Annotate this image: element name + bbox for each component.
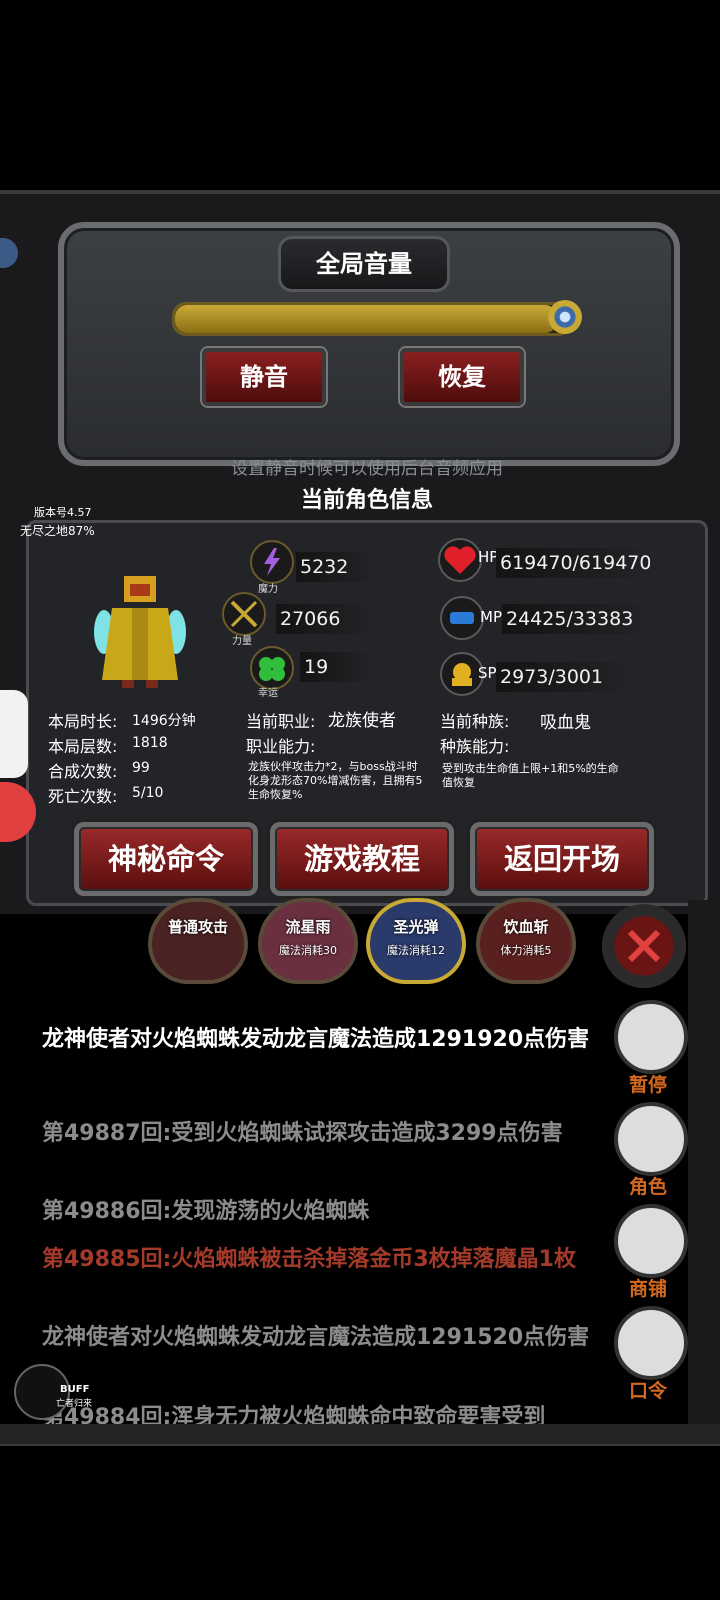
- dice-icon: [614, 1000, 688, 1074]
- right-frame: [688, 900, 720, 1440]
- luck-label: 幸运: [258, 688, 278, 699]
- sp-value: 2973/3001: [496, 662, 630, 692]
- skill-blood-slash[interactable]: 饮血斩 体力消耗5: [476, 898, 576, 984]
- log-line: 第49885回:火焰蜘蛛被击杀掉落金币3枚掉落魔晶1枚: [42, 1247, 576, 1272]
- skill-cost: 魔法消耗12: [387, 944, 445, 957]
- buff-label: BUFF: [60, 1384, 90, 1395]
- volume-slider[interactable]: [172, 302, 572, 336]
- luck-value: 19: [300, 652, 370, 682]
- stat-label-duration: 本局时长:: [48, 712, 118, 731]
- job-ability-text: 龙族伙伴攻击力*2，与boss战斗时化身龙形态70%增减伤害，且拥有5生命恢复%: [248, 760, 423, 801]
- skill-name: 圣光弹: [393, 918, 439, 936]
- role-label: 角色: [628, 1176, 667, 1198]
- mp-value: 24425/33383: [502, 604, 650, 634]
- log-line: 第49886回:发现游荡的火焰蜘蛛: [42, 1199, 370, 1224]
- skill-meteor-rain[interactable]: 流星雨 魔法消耗30: [258, 898, 358, 984]
- stat-value-deaths: 5/10: [132, 785, 164, 801]
- race-ability-text: 受到攻击生命值上限+1和5%的生命值恢复: [442, 762, 619, 789]
- skill-name: 流星雨: [285, 918, 331, 936]
- volume-slider-knob[interactable]: [548, 300, 582, 334]
- log-line: 龙神使者对火焰蜘蛛发动龙言魔法造成1291520点伤害: [42, 1325, 590, 1350]
- shop-label: 商铺: [628, 1278, 667, 1300]
- skill-cost: 体力消耗5: [500, 944, 552, 957]
- race-ability-label: 种族能力:: [440, 737, 510, 756]
- mp-label: MP: [480, 608, 502, 626]
- secret-command-button[interactable]: 神秘命令: [74, 822, 258, 896]
- job-ability-label: 职业能力:: [246, 737, 316, 756]
- pause-button[interactable]: 暂停: [612, 1000, 688, 1097]
- log-line: 龙神使者对火焰蜘蛛发动龙言魔法造成1291920点伤害: [42, 1027, 590, 1052]
- hooded-figure-icon: [614, 1102, 688, 1176]
- code-label: 口令: [628, 1380, 667, 1402]
- endless-progress: 无尽之地87%: [20, 524, 95, 538]
- strength-label: 力量: [232, 636, 252, 647]
- race-value: 吸血鬼: [540, 713, 591, 733]
- strength-value: 27066: [276, 604, 372, 634]
- heart-icon: [438, 538, 482, 582]
- shop-button[interactable]: 商铺: [612, 1204, 688, 1301]
- restore-button[interactable]: 恢复: [400, 348, 524, 406]
- scroll-icon: [614, 1306, 688, 1380]
- side-panel-tab[interactable]: [0, 690, 28, 778]
- skill-cost: 魔法消耗30: [279, 944, 337, 957]
- stat-value-duration: 1496分钟: [132, 713, 196, 729]
- stat-value-floors: 1818: [132, 735, 168, 751]
- bottom-frame: [0, 1424, 720, 1446]
- magic-icon: [250, 540, 294, 584]
- close-icon: [627, 929, 661, 963]
- magic-label: 魔力: [258, 584, 278, 595]
- shop-icon: [614, 1204, 688, 1278]
- mana-icon: [440, 596, 484, 640]
- character-sprite: [94, 576, 186, 688]
- skill-holy-bullet[interactable]: 圣光弹 魔法消耗12: [366, 898, 466, 984]
- log-line: 第49887回:受到火焰蜘蛛试探攻击造成3299点伤害: [42, 1121, 563, 1146]
- stat-label-floors: 本局层数:: [48, 737, 118, 756]
- skill-name: 饮血斩: [503, 918, 549, 936]
- volume-slider-fill: [175, 305, 558, 333]
- stat-label-deaths: 死亡次数:: [48, 787, 118, 806]
- stat-label-synthesis: 合成次数:: [48, 762, 118, 781]
- game-tutorial-button[interactable]: 游戏教程: [270, 822, 454, 896]
- skill-normal-attack[interactable]: 普通攻击: [148, 898, 248, 984]
- stat-value-synthesis: 99: [132, 760, 150, 776]
- strength-icon: [222, 592, 266, 636]
- close-button[interactable]: [602, 904, 686, 988]
- code-button[interactable]: 口令: [612, 1306, 688, 1403]
- magic-value: 5232: [296, 552, 374, 582]
- sp-label: SP: [478, 664, 497, 682]
- race-label: 当前种族:: [440, 712, 510, 731]
- character-info-title: 当前角色信息: [300, 488, 433, 513]
- role-button[interactable]: 角色: [612, 1102, 688, 1199]
- job-value: 龙族使者: [328, 711, 396, 731]
- hp-value: 619470/619470: [496, 548, 650, 578]
- buff-sub: 亡者归来: [56, 1399, 93, 1409]
- volume-title: 全局音量: [278, 236, 450, 292]
- volume-hint: 设置静音时候可以使用后台音频应用: [231, 459, 503, 479]
- pause-label: 暂停: [628, 1074, 667, 1096]
- version-label: 版本号4.57: [34, 506, 92, 519]
- mute-button[interactable]: 静音: [202, 348, 326, 406]
- back-to-start-button[interactable]: 返回开场: [470, 822, 654, 896]
- log-line: 第49884回:浑身无力被火焰蜘蛛命中致命要害受到: [42, 1405, 546, 1424]
- job-label: 当前职业:: [246, 712, 316, 731]
- skill-name: 普通攻击: [167, 918, 228, 936]
